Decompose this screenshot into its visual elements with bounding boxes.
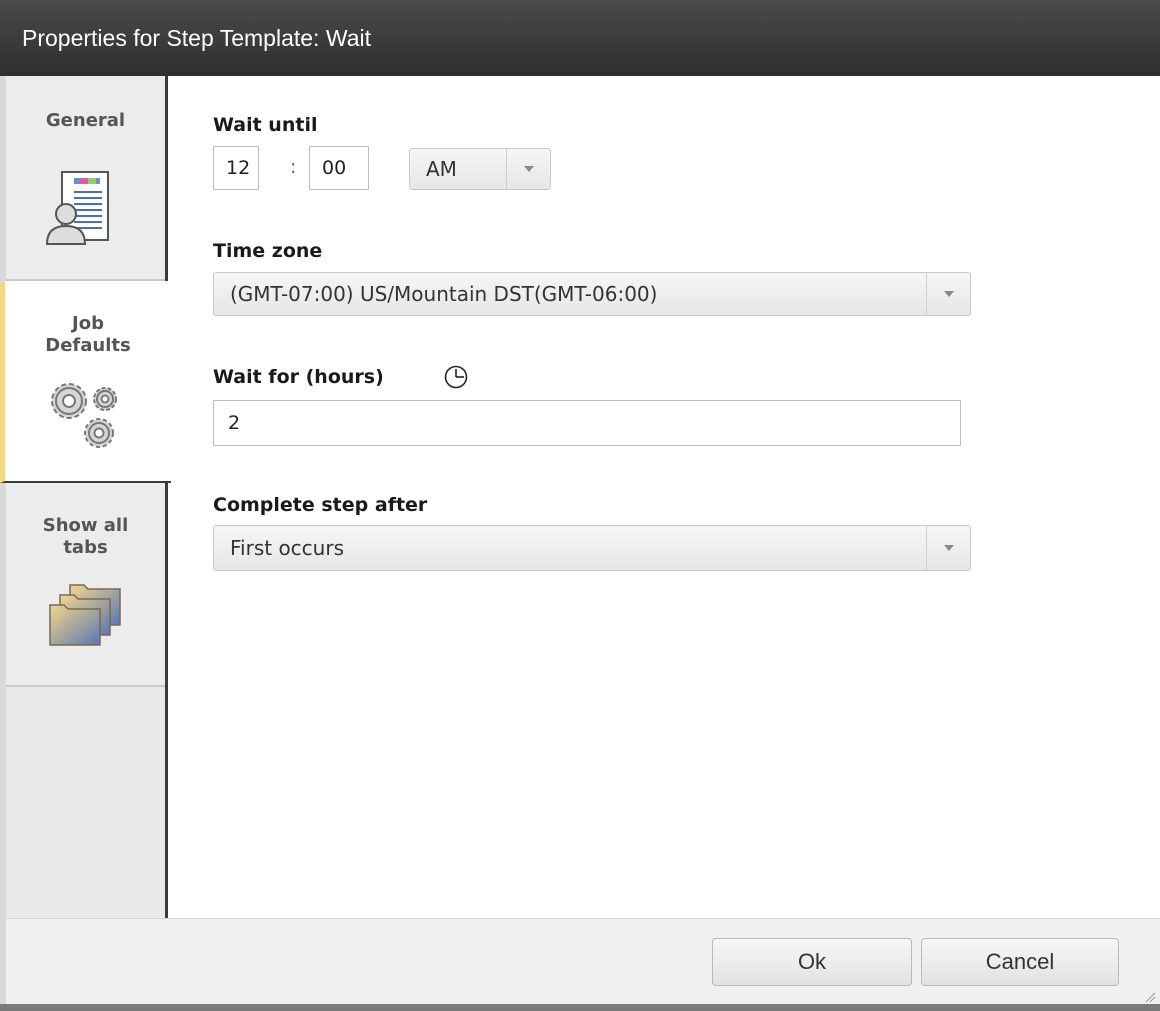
chevron-down-icon [943,545,954,551]
tab-job-defaults-label: Job Defaults [45,313,131,356]
tab-show-all-label: Show all tabs [42,515,129,558]
time-zone-select[interactable]: (GMT-07:00) US/Mountain DST(GMT-06:00) [213,272,971,316]
time-zone-value: (GMT-07:00) US/Mountain DST(GMT-06:00) [230,282,658,306]
time-separator: : [290,156,297,178]
complete-after-value: First occurs [230,536,344,560]
complete-after-dropdown-toggle[interactable] [926,526,970,570]
gears-icon [51,383,117,448]
tab-job-defaults[interactable]: Job Defaults [0,281,171,483]
sidebar: General Job Defaults Show all tabs [0,76,171,918]
wait-until-label: Wait until [213,114,318,136]
user-document-icon [45,171,109,245]
folders-icon [49,584,121,646]
complete-after-label: Complete step after [213,494,428,516]
resize-grip-icon[interactable] [1144,991,1156,1003]
ampm-select[interactable]: AM [409,148,551,190]
minute-input[interactable]: 00 [309,146,369,190]
complete-after-select[interactable]: First occurs [213,525,971,571]
time-zone-dropdown-toggle[interactable] [926,273,970,315]
ampm-value: AM [426,157,457,181]
tab-general[interactable]: General [6,76,165,281]
form-area: Wait until 12 : 00 AM Time zone (GMT-07:… [168,76,1160,918]
dialog-title: Properties for Step Template: Wait [0,0,1160,76]
clock-icon[interactable] [443,364,469,390]
hour-input[interactable]: 12 [213,146,259,190]
chevron-down-icon [523,166,534,172]
cancel-button[interactable]: Cancel [921,938,1119,986]
ok-button[interactable]: Ok [712,938,912,986]
chevron-down-icon [943,291,954,297]
tab-show-all[interactable]: Show all tabs [6,483,165,687]
wait-for-input[interactable]: 2 [213,400,961,446]
time-zone-label: Time zone [213,240,323,262]
window-bottom-edge [0,1004,1160,1011]
dialog-footer: Ok Cancel [6,918,1160,1011]
ampm-dropdown-toggle[interactable] [506,149,550,189]
tab-general-label: General [45,110,126,131]
wait-for-label: Wait for (hours) [213,366,384,388]
